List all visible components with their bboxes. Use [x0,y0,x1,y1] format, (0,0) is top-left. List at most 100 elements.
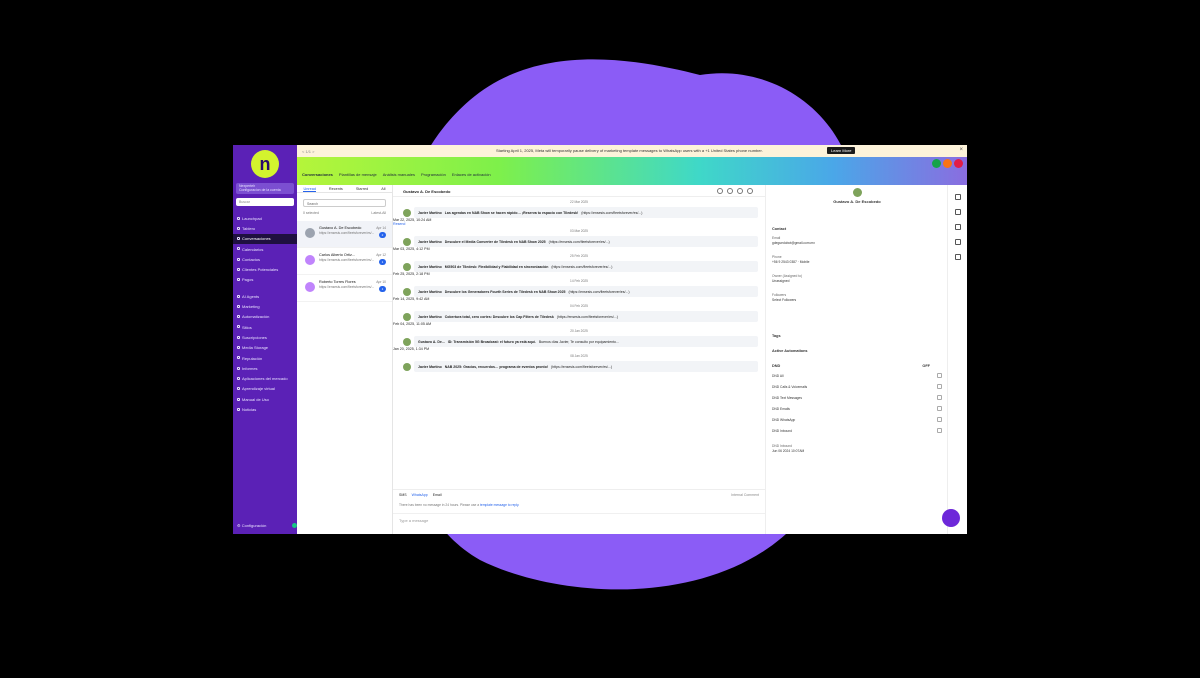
section-title[interactable]: Contact [772,227,942,233]
message-row[interactable]: Javier Martino Cobertura total, cero cort… [401,311,758,322]
refresh-icon[interactable] [717,188,723,194]
list-item[interactable]: Gustavo A. De Escobedo https://ensesis.c… [297,221,392,248]
opportunity-icon[interactable] [954,224,961,230]
dnd-checkbox[interactable] [937,405,942,411]
sidebar-item-learning[interactable]: Aprendizaje virtual [233,384,297,394]
funnel-icon [237,267,240,271]
owner-select[interactable]: Unassigned [772,279,942,283]
message-bubble[interactable]: Javier Martino Descubre los Generadores F… [414,286,758,297]
contact-icon[interactable] [954,194,961,200]
dnd-channel-row[interactable]: DND Text Messages [772,392,942,403]
sidebar-item-marketplace[interactable]: Aplicaciones del mercado [233,373,297,383]
conversation-search-input[interactable]: Search [303,199,386,207]
tab-manual-actions[interactable]: Análisis manuales [383,172,415,177]
dnd-checkbox[interactable] [937,427,942,433]
settings-link[interactable]: ⚙ Configuración [237,523,266,528]
sidebar-item-calendars[interactable]: Calendarios [233,244,297,254]
tab-recents[interactable]: Recents [329,187,343,192]
tab-email[interactable]: Email [433,493,442,498]
tab-whatsapp[interactable]: WhatsApp [412,493,428,498]
message-preview: https://ensesis.com/fleetsforever/es/... [319,231,375,235]
dnd-checkbox[interactable] [937,394,942,400]
message-bubble[interactable]: Javier Martino Las agendas en NAB Show se… [414,207,758,218]
dnd-channel-row[interactable]: DND Inbound [772,425,942,436]
sidebar-item-payments[interactable]: Pagos [233,275,297,285]
sidebar-item-manual[interactable]: Manual de Uso [233,394,297,404]
sidebar-search-input[interactable]: Buscar [236,198,294,206]
dnd-checkbox[interactable] [937,416,942,422]
sidebar-item-news[interactable]: Noticias [233,404,297,414]
resend-button[interactable]: Resend [393,222,765,226]
phone-field[interactable]: +56 9 2543 0387 · Mobile [772,260,942,264]
account-switcher[interactable]: Nexperteh Configuracion de la cuenta [236,183,294,194]
message-row[interactable]: Javier Martino Descubre el Media Converte… [401,236,758,247]
learn-more-button[interactable]: Learn More [827,147,856,154]
sidebar-item-reputation[interactable]: Reputación [233,353,297,363]
message-bubble[interactable]: Gustavo A. De... ID: Transmisión 5G Broad… [414,336,758,347]
message-bubble[interactable]: Javier Martino Descubre el Media Converte… [414,236,758,247]
sidebar-item-memberships[interactable]: Suscripciones [233,332,297,342]
tab-trigger-links[interactable]: Enlaces de activación [452,172,491,177]
sidebar-item-media[interactable]: Media Storage [233,343,297,353]
tab-starred[interactable]: Starred [356,187,368,192]
notes-icon[interactable] [954,254,961,260]
message-row[interactable]: Javier Martino Las agendas en NAB Show se… [401,207,758,218]
avatar[interactable] [954,159,963,168]
tab-templates[interactable]: Plantillas de mensaje [339,172,377,177]
archive-icon[interactable] [727,188,733,194]
contact-name[interactable]: Gustavo A. De Escobedo [766,199,948,204]
internal-comment-button[interactable]: Internal Comment [731,493,759,498]
chat-widget-button[interactable] [942,509,960,527]
message-bubble[interactable]: Javier Martino NAB 2025: Gracias, recuerd… [414,361,758,372]
message-bubble[interactable]: Javier Martino Cobertura total, cero cort… [414,311,758,322]
filter-icon[interactable] [747,188,753,194]
message-row[interactable]: Javier Martino MG503 de Tiledesk: Flexibi… [401,261,758,272]
template-link[interactable]: template message to reply. [480,503,519,507]
calendar-icon[interactable] [954,209,961,215]
message-bubble[interactable]: Javier Martino MG503 de Tiledesk: Flexibi… [414,261,758,272]
tab-unread[interactable]: Unread [303,187,316,192]
task-icon[interactable] [954,239,961,245]
email-field[interactable]: gdeguedobot@gmail.com.mx [772,241,942,245]
sidebar-item-automation[interactable]: Automatización [233,312,297,322]
banner-pager[interactable]: < 1/1 > [302,149,314,154]
dnd-channel-row[interactable]: DND Emails [772,403,942,414]
sidebar-item-conversations[interactable]: Conversaciones [233,233,297,244]
day-divider: 22 Mar 2025 [570,200,588,204]
section-title[interactable]: Tags [772,334,942,340]
tab-scheduled[interactable]: Programación [421,172,446,177]
followers-select[interactable]: Select Followers [772,298,942,302]
sidebar-item-opportunities[interactable]: Clientes Potenciales [233,264,297,274]
dnd-channel-row[interactable]: DND All [772,370,942,381]
list-item[interactable]: Carlos Alberto Ortiz... https://ensesis.… [297,248,392,275]
sidebar-item-label: Pagos [242,277,254,283]
tab-all[interactable]: All [381,187,385,192]
dnd-checkbox[interactable] [937,372,942,378]
sidebar-item-marketing[interactable]: Marketing [233,301,297,311]
tab-sms[interactable]: SMS [399,493,407,498]
sidebar-item-launchpad[interactable]: Launchpad [233,213,297,223]
select-all-checkbox[interactable]: 0 selected [303,211,319,217]
message-row[interactable]: Gustavo A. De... ID: Transmisión 5G Broad… [401,336,758,347]
dnd-channel-row[interactable]: DND Calls & Voicemails [772,381,942,392]
dnd-channel-row[interactable]: DND WhatsApp [772,414,942,425]
dnd-section: DND OFF DND All DND Calls & Voicemails DND… [772,364,942,453]
message-input[interactable]: Type a message [393,513,765,531]
list-item[interactable]: Roberto Torres Flores https://ensesis.co… [297,275,392,302]
brand-logo[interactable]: n [251,150,279,178]
close-icon[interactable]: × [959,147,963,153]
dnd-checkbox[interactable] [937,383,942,389]
tab-conversations[interactable]: Conversaciones [302,172,333,177]
message-row[interactable]: Javier Martino Descubre los Generadores F… [401,286,758,297]
sidebar-item-ai-agents[interactable]: AI Agents [233,291,297,301]
phone-icon[interactable] [932,159,941,168]
sort-dropdown[interactable]: Latest-All [371,211,386,217]
notification-icon[interactable] [943,159,952,168]
sidebar-item-sites[interactable]: Sitios [233,322,297,332]
message-row[interactable]: Javier Martino NAB 2025: Gracias, recuerd… [401,361,758,372]
sidebar-item-contacts[interactable]: Contactos [233,254,297,264]
trash-icon[interactable] [737,188,743,194]
sidebar-item-reports[interactable]: Informes [233,363,297,373]
section-title[interactable]: Active Automations [772,349,942,355]
sidebar-item-dashboard[interactable]: Tablero [233,223,297,233]
